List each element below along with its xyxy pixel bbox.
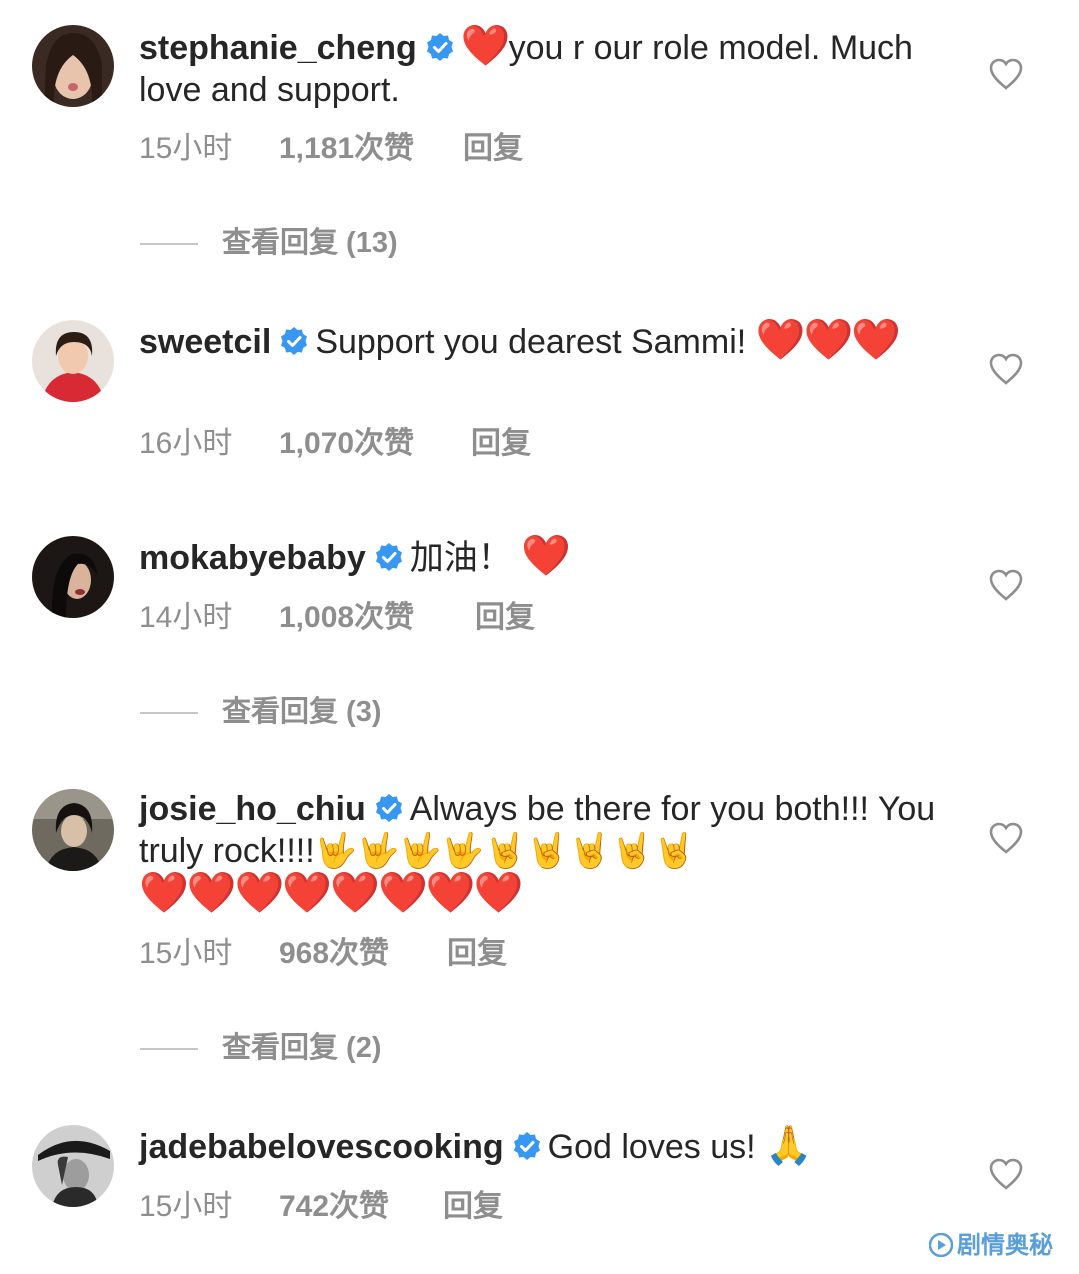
comment-text-block: josie_ho_chiu Always be there for you bot… <box>139 788 939 916</box>
view-replies-label: 查看回复 (13) <box>222 227 398 259</box>
comment-text-block: sweetcil Support you dearest Sammi! ❤️❤️❤… <box>139 319 939 363</box>
heart-emoji: ❤️❤️❤️ <box>755 317 901 363</box>
like-count[interactable]: 1,181次赞 <box>279 131 463 167</box>
avatar[interactable] <box>32 25 114 107</box>
like-heart-icon[interactable] <box>988 1158 1024 1190</box>
view-replies-label: 查看回复 (2) <box>222 1032 382 1064</box>
play-logo-icon <box>928 1232 954 1258</box>
avatar[interactable] <box>32 1125 114 1207</box>
comment-meta: 15小时 742次赞 回复 <box>139 1189 503 1225</box>
timestamp[interactable]: 15小时 <box>139 1189 279 1225</box>
view-replies-button[interactable]: 查看回复 (3) <box>140 694 382 730</box>
divider-line <box>140 1048 198 1051</box>
watermark-text: 剧情奥秘 <box>957 1232 1053 1259</box>
heart-emoji: ❤️❤️❤️❤️❤️❤️❤️❤️ <box>139 870 523 916</box>
like-count[interactable]: 1,008次赞 <box>279 600 475 636</box>
heart-emoji: ❤️ <box>521 533 571 579</box>
username[interactable]: mokabyebaby <box>139 539 366 577</box>
comment-meta: 15小时 968次赞 回复 <box>139 936 507 972</box>
reply-button[interactable]: 回复 <box>443 1189 503 1225</box>
comment-text: Support you dearest Sammi! <box>315 323 747 361</box>
avatar[interactable] <box>32 789 114 871</box>
view-replies-button[interactable]: 查看回复 (13) <box>140 225 398 261</box>
comment-meta: 15小时 1,181次赞 回复 <box>139 131 523 167</box>
like-heart-icon[interactable] <box>988 58 1024 90</box>
verified-badge-icon <box>374 542 404 572</box>
praying-hands-emoji: 🙏 <box>765 1123 813 1167</box>
verified-badge-icon <box>425 32 455 62</box>
timestamp[interactable]: 15小时 <box>139 936 279 972</box>
view-replies-button[interactable]: 查看回复 (2) <box>140 1030 382 1066</box>
reply-button[interactable]: 回复 <box>471 426 531 462</box>
timestamp[interactable]: 15小时 <box>139 131 279 167</box>
divider-line <box>140 712 198 715</box>
username[interactable]: sweetcil <box>139 323 271 361</box>
divider-line <box>140 243 198 246</box>
avatar[interactable] <box>32 320 114 402</box>
comment-text-block: jadebabelovescooking God loves us! 🙏 <box>139 1124 939 1168</box>
comment-meta: 14小时 1,008次赞 回复 <box>139 600 535 636</box>
like-count[interactable]: 742次赞 <box>279 1189 443 1225</box>
reply-button[interactable]: 回复 <box>447 936 507 972</box>
comment-text: 加油！ <box>409 539 512 577</box>
username[interactable]: josie_ho_chiu <box>139 790 366 828</box>
like-heart-icon[interactable] <box>988 353 1024 385</box>
view-replies-label: 查看回复 (3) <box>222 696 382 728</box>
like-count[interactable]: 968次赞 <box>279 936 447 972</box>
comment-text: God loves us! <box>547 1128 756 1166</box>
comment-text-block: stephanie_cheng ❤️you r our role model. M… <box>139 25 939 111</box>
verified-badge-icon <box>279 326 309 356</box>
avatar[interactable] <box>32 536 114 618</box>
username[interactable]: jadebabelovescooking <box>139 1128 504 1166</box>
like-count[interactable]: 1,070次赞 <box>279 426 471 462</box>
like-heart-icon[interactable] <box>988 569 1024 601</box>
timestamp[interactable]: 16小时 <box>139 426 279 462</box>
like-heart-icon[interactable] <box>988 822 1024 854</box>
reply-button[interactable]: 回复 <box>463 131 523 167</box>
timestamp[interactable]: 14小时 <box>139 600 279 636</box>
heart-emoji: ❤️ <box>460 23 511 69</box>
watermark: 剧情奥秘 <box>928 1225 1053 1260</box>
username[interactable]: stephanie_cheng <box>139 29 417 67</box>
rock-hand-emoji: 🤟🤟🤟🤟🤘🤘🤘🤘🤘 <box>314 831 696 871</box>
verified-badge-icon <box>512 1131 542 1161</box>
comment-text-block: mokabyebaby 加油！ ❤️ <box>139 535 939 579</box>
reply-button[interactable]: 回复 <box>475 600 535 636</box>
comment-meta: 16小时 1,070次赞 回复 <box>139 426 531 462</box>
verified-badge-icon <box>374 793 404 823</box>
